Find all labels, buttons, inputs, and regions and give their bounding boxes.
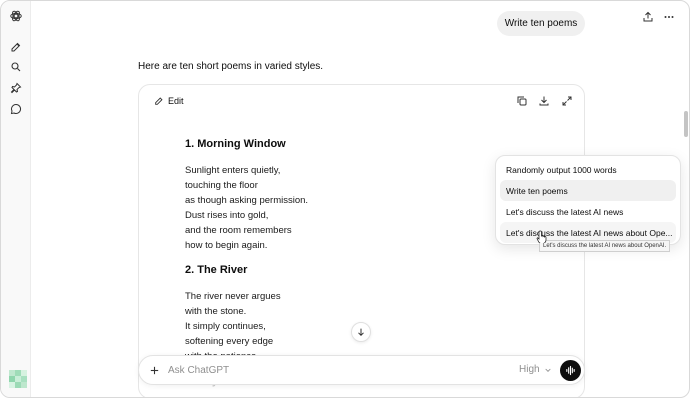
poem-title: 1. Morning Window: [185, 138, 286, 150]
plus-icon[interactable]: [147, 363, 161, 377]
assistant-intro-text: Here are ten short poems in varied style…: [138, 61, 324, 72]
arrow-down-icon: [358, 328, 364, 337]
pin-icon[interactable]: [9, 81, 23, 95]
new-chat-icon[interactable]: [9, 40, 23, 54]
poem-line: touching the floor: [185, 180, 258, 191]
suggestion-item[interactable]: Randomly output 1000 words: [500, 159, 676, 180]
more-options-icon[interactable]: [661, 9, 677, 25]
suggestion-item[interactable]: Let's discuss the latest AI news: [500, 201, 676, 222]
openai-logo-icon[interactable]: [9, 9, 23, 23]
avatar[interactable]: [9, 370, 27, 388]
chevron-down-icon: [544, 368, 551, 372]
hand-cursor-icon: [536, 230, 547, 243]
poem-line: and the room remembers: [185, 225, 292, 236]
poem-line: It simply continues,: [185, 321, 266, 332]
download-icon[interactable]: [537, 94, 551, 108]
search-icon[interactable]: [9, 60, 23, 74]
poem-title: 2. The River: [185, 264, 248, 276]
scroll-down-button[interactable]: [351, 322, 371, 342]
poem-line: softening every edge: [185, 336, 274, 347]
voice-mode-button[interactable]: [560, 360, 581, 381]
pencil-icon: [155, 97, 163, 105]
poem-line: with the stone.: [185, 306, 247, 317]
copy-icon[interactable]: [515, 94, 529, 108]
poem-body: The river never argues with the stone. I…: [185, 289, 485, 364]
reasoning-level-label: High: [519, 364, 540, 375]
poem-line: Sunlight enters quietly,: [185, 165, 281, 176]
reasoning-level-select[interactable]: High: [519, 364, 552, 375]
poem-line: The river never argues: [185, 291, 281, 302]
poem-line: Dust rises into gold,: [185, 210, 269, 221]
chat-window: Write ten poems Here are ten short poems…: [0, 0, 690, 398]
message-composer: High: [138, 355, 585, 385]
edit-button[interactable]: Edit: [147, 92, 191, 110]
edit-button-label: Edit: [168, 96, 184, 106]
message-input[interactable]: [168, 361, 468, 379]
suggestion-item[interactable]: Write ten poems: [500, 180, 676, 201]
sidebar-rail: [1, 1, 31, 397]
waveform-icon: [566, 365, 575, 376]
chat-bubble-icon[interactable]: [9, 102, 23, 116]
suggestions-menu: Randomly output 1000 words Write ten poe…: [495, 155, 681, 245]
suggestion-tooltip: Let's discuss the latest AI news about O…: [539, 240, 671, 252]
page-scrollbar[interactable]: [684, 111, 688, 137]
user-message-bubble: Write ten poems: [497, 11, 585, 36]
poem-line: as though asking permission.: [185, 195, 309, 206]
poem-line: how to begin again.: [185, 240, 268, 251]
share-icon[interactable]: [640, 9, 656, 25]
poem-body: Sunlight enters quietly, touching the fl…: [185, 163, 485, 253]
expand-icon[interactable]: [560, 94, 574, 108]
